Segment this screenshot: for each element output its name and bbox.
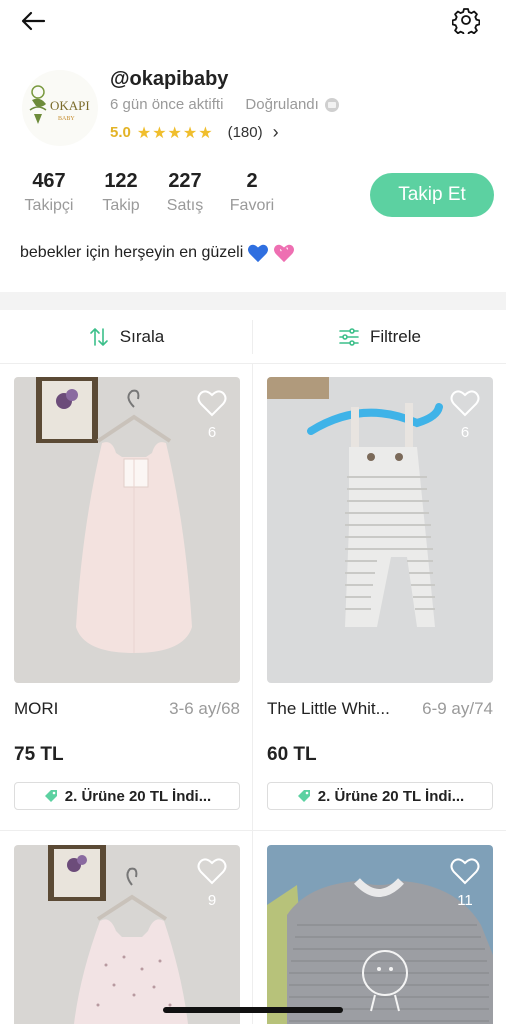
section-divider bbox=[0, 292, 506, 310]
product-title-row: The Little Whit... 6-9 ay/74 bbox=[267, 699, 493, 719]
stat-label: Takipçi bbox=[24, 197, 74, 214]
verified-badge-icon bbox=[324, 97, 339, 112]
like-button[interactable]: 6 bbox=[196, 389, 228, 441]
row-divider bbox=[0, 830, 506, 831]
discount-text: 2. Ürüne 20 TL İndi... bbox=[317, 787, 465, 805]
home-indicator[interactable] bbox=[163, 1007, 343, 1013]
follow-button[interactable]: Takip Et bbox=[370, 173, 494, 217]
chevron-right-icon: › bbox=[272, 122, 279, 142]
like-count: 6 bbox=[460, 424, 470, 441]
product-image[interactable]: 9 bbox=[14, 845, 240, 1024]
shop-logo[interactable]: OKAPI BABY bbox=[22, 70, 98, 146]
discount-badge[interactable]: 2. Ürüne 20 TL İndi... bbox=[267, 782, 493, 810]
heart-outline-icon bbox=[450, 390, 480, 417]
gear-icon bbox=[451, 8, 481, 37]
like-count: 6 bbox=[207, 424, 217, 441]
like-button[interactable]: 9 bbox=[196, 857, 228, 909]
verified-label: Doğrulandı bbox=[245, 96, 319, 113]
tag-icon bbox=[297, 790, 310, 802]
bio-text: bebekler için herşeyin en güzeli bbox=[20, 244, 244, 261]
settings-button[interactable] bbox=[451, 6, 481, 37]
sort-filter-bar: Sırala Filtrele bbox=[0, 310, 506, 364]
heart-outline-icon bbox=[197, 858, 227, 885]
product-image[interactable]: 6 bbox=[267, 377, 493, 683]
stat-label: Favori bbox=[229, 197, 275, 214]
product-title: MORI bbox=[14, 699, 59, 718]
filter-sliders-icon bbox=[339, 328, 359, 346]
sort-button[interactable]: Sırala bbox=[0, 310, 252, 364]
pink-heart-icon bbox=[274, 244, 295, 263]
top-bar bbox=[0, 0, 506, 50]
stat-value: 122 bbox=[104, 170, 138, 192]
grid-divider bbox=[252, 364, 253, 1024]
like-count: 9 bbox=[207, 892, 217, 909]
rating-count: (180) bbox=[227, 124, 263, 141]
stat-following[interactable]: 122 Takip bbox=[98, 170, 144, 215]
product-image[interactable]: 6 bbox=[14, 377, 240, 683]
discount-text: 2. Ürüne 20 TL İndi... bbox=[64, 787, 212, 805]
blue-heart-icon bbox=[248, 244, 269, 263]
sort-label: Sırala bbox=[119, 327, 165, 346]
last-active-text: 6 gün önce aktifti bbox=[110, 96, 224, 113]
filter-label: Filtrele bbox=[369, 327, 421, 346]
stat-sales[interactable]: 227 Satış bbox=[162, 170, 208, 215]
heart-outline-icon bbox=[197, 390, 227, 417]
star-rating-icon: ★★★★★ bbox=[136, 124, 214, 142]
like-count: 11 bbox=[457, 892, 473, 909]
product-size: 6-9 ay/74 bbox=[422, 699, 493, 718]
tag-icon bbox=[44, 790, 57, 802]
rating-row[interactable]: 5.0 ★★★★★ (180) › bbox=[110, 122, 279, 143]
arrow-left-icon bbox=[21, 11, 46, 31]
username: @okapibaby bbox=[110, 68, 229, 90]
rating-value: 5.0 bbox=[110, 124, 131, 141]
stat-value: 467 bbox=[32, 170, 66, 192]
stat-value: 2 bbox=[246, 170, 258, 192]
product-price: 75 TL bbox=[14, 744, 64, 765]
product-title-row: MORI 3-6 ay/68 bbox=[14, 699, 240, 719]
sort-icon bbox=[89, 328, 108, 346]
stat-favorites[interactable]: 2 Favori bbox=[226, 170, 278, 215]
logo-subtext: BABY bbox=[58, 116, 75, 122]
heart-outline-icon bbox=[450, 858, 480, 885]
stat-label: Takip bbox=[102, 197, 140, 214]
discount-badge[interactable]: 2. Ürüne 20 TL İndi... bbox=[14, 782, 240, 810]
product-image[interactable]: 11 bbox=[267, 845, 493, 1024]
stat-label: Satış bbox=[166, 197, 204, 214]
product-price: 60 TL bbox=[267, 744, 317, 765]
logo-text: OKAPI bbox=[50, 98, 90, 113]
profile-meta: 6 gün önce aktifti Doğrulandı bbox=[110, 96, 339, 113]
like-button[interactable]: 6 bbox=[449, 389, 481, 441]
like-button[interactable]: 11 bbox=[449, 857, 481, 909]
filter-button[interactable]: Filtrele bbox=[253, 310, 506, 364]
bio: bebekler için herşeyin en güzeli bbox=[20, 243, 295, 263]
back-button[interactable] bbox=[18, 6, 50, 38]
stat-value: 227 bbox=[168, 170, 202, 192]
okapi-logo-icon: OKAPI BABY bbox=[29, 85, 90, 124]
product-title: The Little Whit... bbox=[267, 699, 390, 718]
product-size: 3-6 ay/68 bbox=[169, 699, 240, 718]
stat-followers[interactable]: 467 Takipçi bbox=[20, 170, 78, 215]
